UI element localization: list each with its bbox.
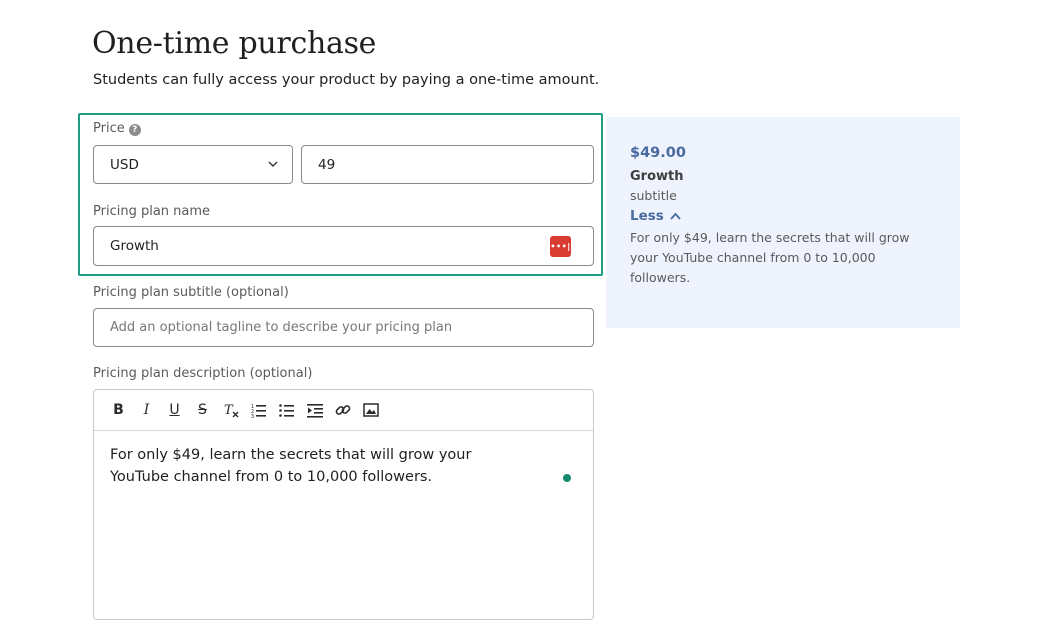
editor-toolbar: B I U S T 123: [94, 390, 593, 431]
less-toggle[interactable]: Less: [630, 208, 936, 224]
currency-select[interactable]: USD: [93, 145, 293, 184]
plan-subtitle-input[interactable]: Add an optional tagline to describe your…: [93, 308, 594, 347]
description-text[interactable]: For only $49, learn the secrets that wil…: [94, 431, 534, 501]
password-manager-icon[interactable]: •••|: [550, 236, 571, 257]
pricing-preview-card: $49.00 Growth subtitle Less For only $49…: [606, 117, 960, 328]
strikethrough-button[interactable]: S: [194, 402, 211, 419]
price-label-text: Price: [93, 121, 125, 136]
price-input[interactable]: 49: [301, 145, 594, 184]
link-button[interactable]: [334, 402, 351, 419]
svg-text:3: 3: [251, 414, 254, 418]
currency-value: USD: [110, 156, 139, 173]
description-editor[interactable]: B I U S T 123 For only $49, learn the se…: [93, 389, 594, 620]
chevron-down-icon: [268, 161, 278, 167]
svg-text:T: T: [224, 403, 234, 418]
bullet-list-button[interactable]: [278, 402, 295, 419]
clear-format-button[interactable]: T: [222, 402, 239, 419]
preview-description: For only $49, learn the secrets that wil…: [630, 230, 910, 285]
bullet-list-icon: [278, 404, 294, 417]
indent-icon: [306, 404, 323, 418]
plan-name-label: Pricing plan name: [93, 204, 211, 219]
status-dot: [563, 474, 571, 482]
help-icon[interactable]: ?: [128, 124, 141, 136]
chevron-up-icon: [670, 212, 681, 220]
image-button[interactable]: [362, 402, 379, 419]
plan-description-label: Pricing plan description (optional): [93, 366, 313, 381]
plan-subtitle-placeholder: Add an optional tagline to describe your…: [110, 320, 453, 335]
link-icon: [335, 405, 350, 415]
price-label: Price?: [93, 121, 141, 136]
ordered-list-button[interactable]: 123: [250, 402, 267, 419]
ordered-list-icon: 123: [251, 404, 266, 418]
italic-button[interactable]: I: [138, 402, 155, 419]
underline-button[interactable]: U: [166, 402, 183, 419]
preview-plan-name: Growth: [630, 169, 684, 184]
page-title: One-time purchase: [92, 26, 377, 61]
bold-button[interactable]: B: [110, 402, 127, 419]
price-value: 49: [318, 156, 336, 173]
image-icon: [362, 403, 379, 417]
clear-format-icon: T: [224, 403, 238, 418]
plan-subtitle-label: Pricing plan subtitle (optional): [93, 285, 289, 300]
plan-name-value: Growth: [110, 238, 159, 254]
preview-subtitle: subtitle: [630, 188, 677, 203]
less-label: Less: [630, 208, 664, 224]
indent-button[interactable]: [306, 402, 323, 419]
page-subtitle: Students can fully access your product b…: [93, 72, 600, 88]
preview-price: $49.00: [630, 145, 686, 161]
plan-name-input[interactable]: Growth •••|: [93, 226, 594, 266]
